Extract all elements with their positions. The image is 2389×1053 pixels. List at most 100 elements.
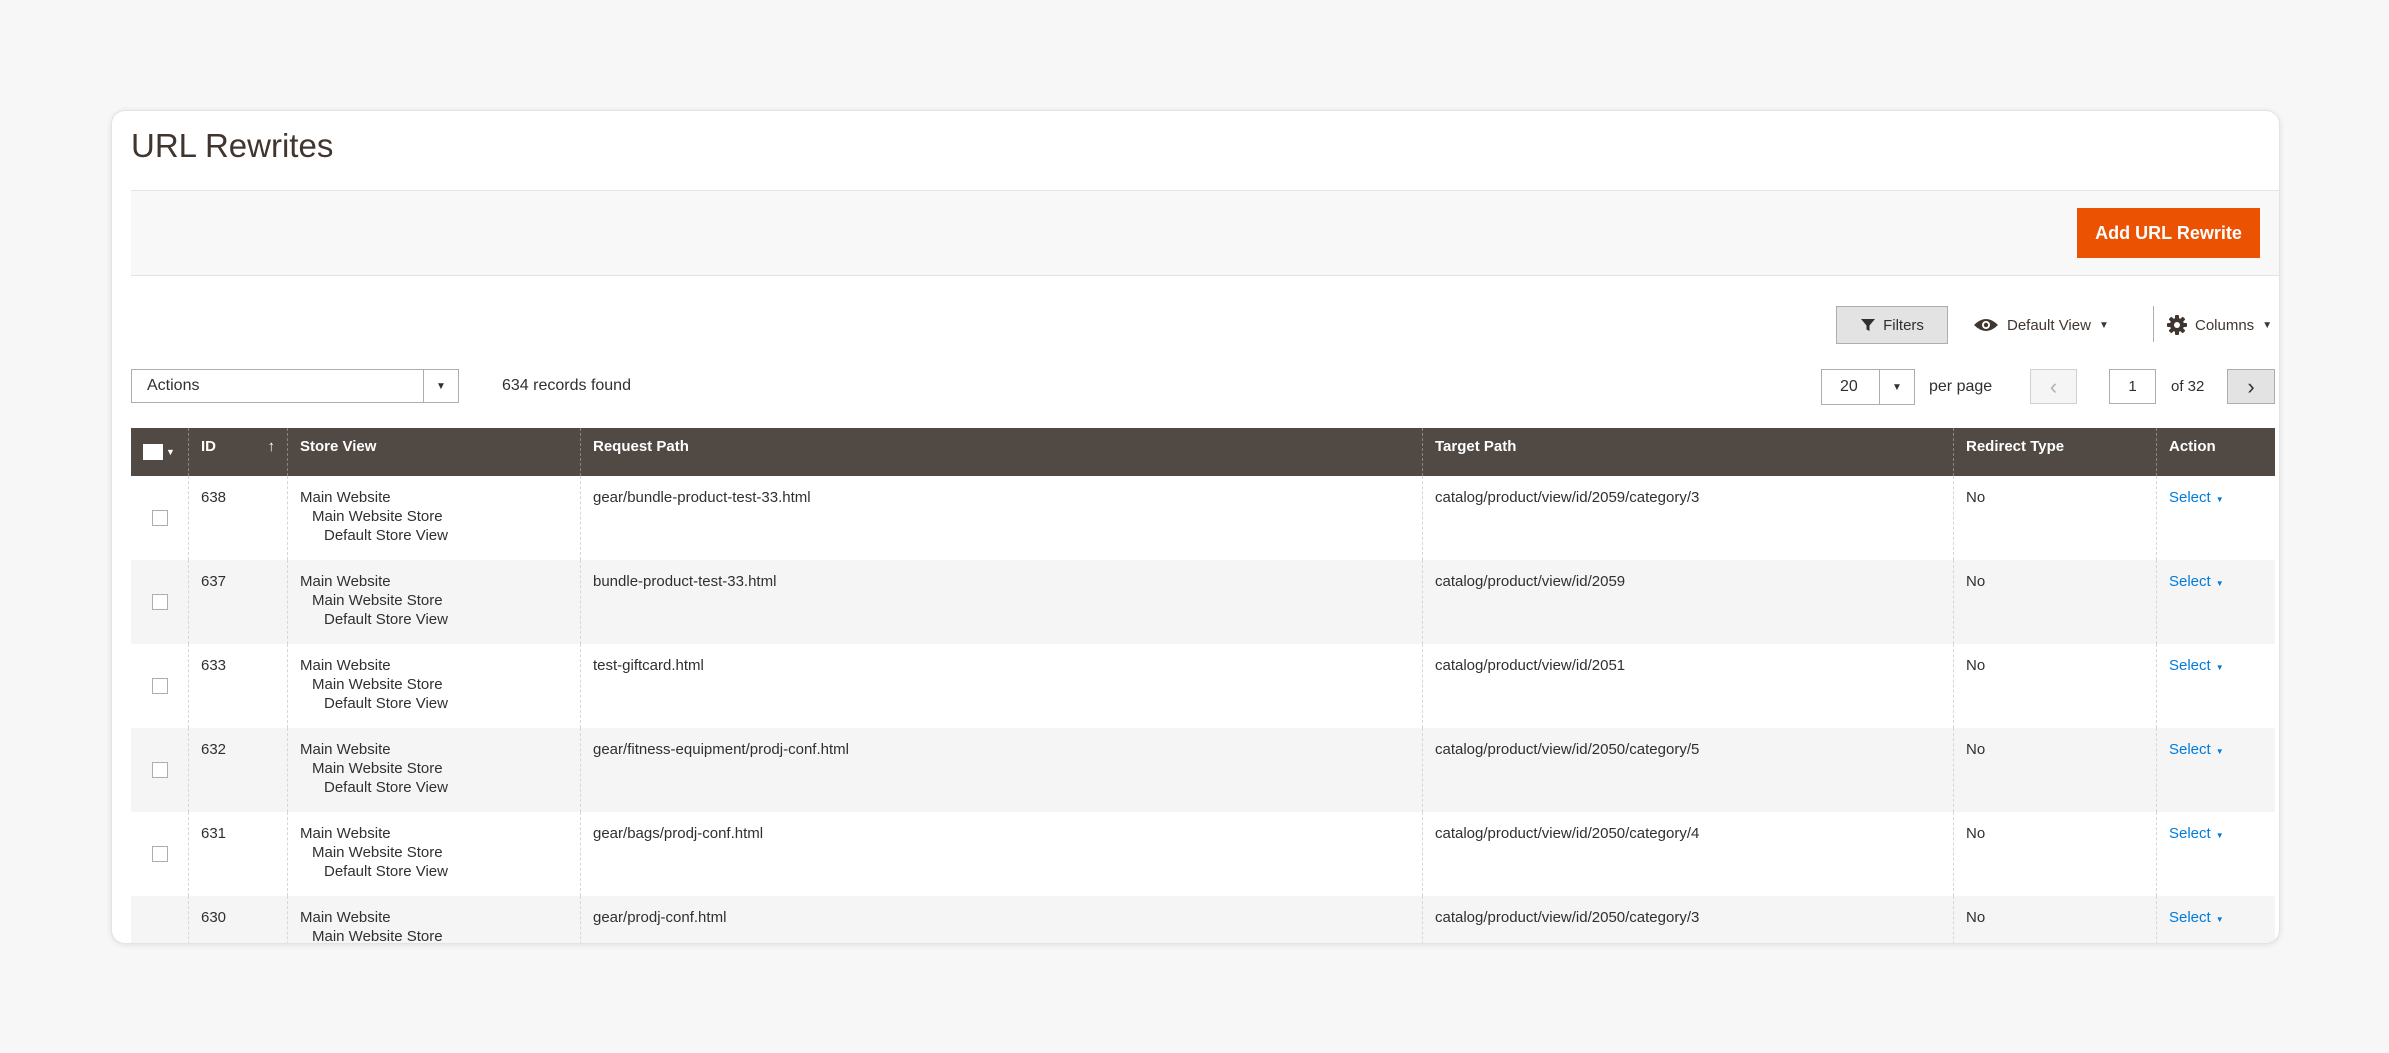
cell-action: Select ▼ xyxy=(2157,896,2275,943)
cell-target-path: catalog/product/view/id/2059 xyxy=(1423,560,1954,644)
table-row: 638 Main Website Main Website Store Defa… xyxy=(131,476,2275,560)
store-view: Default Store View xyxy=(324,527,448,544)
cell-store-view: Main Website Main Website Store Default … xyxy=(288,560,581,644)
store-website: Main Website xyxy=(300,825,391,842)
chevron-right-icon: › xyxy=(2247,373,2255,399)
records-found: 634 records found xyxy=(502,377,631,394)
row-checkbox[interactable] xyxy=(151,846,168,862)
cell-store-view: Main Website Main Website Store xyxy=(288,896,581,943)
columns-dropdown[interactable]: Columns ▼ xyxy=(2167,310,2272,340)
row-action-select[interactable]: Select ▼ xyxy=(2169,741,2224,758)
column-header-label: ID xyxy=(201,438,216,455)
row-action-select[interactable]: Select ▼ xyxy=(2169,573,2224,590)
total-pages-label: of 32 xyxy=(2171,378,2205,395)
row-checkbox-cell xyxy=(131,896,189,943)
eye-icon xyxy=(1974,319,1998,331)
cell-action: Select ▼ xyxy=(2157,560,2275,644)
per-page-value: 20 xyxy=(1840,378,1858,395)
cell-redirect-type: No xyxy=(1954,896,2157,943)
checkbox-icon xyxy=(143,444,163,460)
caret-down-icon: ▼ xyxy=(2262,319,2273,331)
caret-down-icon: ▼ xyxy=(2215,579,2224,588)
add-url-rewrite-button[interactable]: Add URL Rewrite xyxy=(2077,208,2260,258)
row-checkbox-cell xyxy=(131,812,189,896)
previous-page-button[interactable]: ‹ xyxy=(2030,369,2077,404)
cell-target-path: catalog/product/view/id/2050/category/4 xyxy=(1423,812,1954,896)
row-checkbox-cell xyxy=(131,560,189,644)
caret-down-icon: ▼ xyxy=(2215,747,2224,756)
row-action-label: Select xyxy=(2169,825,2211,842)
gear-icon xyxy=(2167,315,2187,335)
grid-header-row: ▼ ID ↑ Store View Request Path Target Pa… xyxy=(131,428,2275,476)
caret-down-icon: ▼ xyxy=(2215,663,2224,672)
row-action-label: Select xyxy=(2169,909,2211,926)
caret-down-icon: ▼ xyxy=(2215,915,2224,924)
row-action-select[interactable]: Select ▼ xyxy=(2169,489,2224,506)
cell-action: Select ▼ xyxy=(2157,812,2275,896)
mass-actions-label: Actions xyxy=(147,377,200,394)
page-title: URL Rewrites xyxy=(131,127,334,164)
table-row: 637 Main Website Main Website Store Defa… xyxy=(131,560,2275,644)
store-website: Main Website xyxy=(300,573,391,590)
store-view: Default Store View xyxy=(324,695,448,712)
row-checkbox[interactable] xyxy=(151,594,168,610)
cell-request-path: gear/bundle-product-test-33.html xyxy=(581,476,1423,560)
store-store: Main Website Store xyxy=(312,844,443,861)
filters-button[interactable]: Filters xyxy=(1836,306,1948,344)
cell-redirect-type: No xyxy=(1954,476,2157,560)
store-website: Main Website xyxy=(300,657,391,674)
row-checkbox-cell xyxy=(131,644,189,728)
caret-down-icon: ▼ xyxy=(2098,319,2109,331)
header-mass-select: ▼ xyxy=(131,428,189,476)
next-page-button[interactable]: › xyxy=(2227,369,2275,404)
per-page-dropdown[interactable]: 20 ▼ xyxy=(1821,369,1915,405)
cell-id: 633 xyxy=(189,644,288,728)
default-view-label: Default View xyxy=(2007,316,2091,334)
default-view-dropdown[interactable]: Default View ▼ xyxy=(1973,310,2109,340)
cell-redirect-type: No xyxy=(1954,812,2157,896)
caret-down-icon: ▼ xyxy=(166,447,175,457)
row-action-select[interactable]: Select ▼ xyxy=(2169,657,2224,674)
cell-request-path: gear/bags/prodj-conf.html xyxy=(581,812,1423,896)
cell-store-view: Main Website Main Website Store Default … xyxy=(288,644,581,728)
row-action-select[interactable]: Select ▼ xyxy=(2169,909,2224,926)
table-row: 630 Main Website Main Website Store gear… xyxy=(131,896,2275,943)
column-header-request-path[interactable]: Request Path xyxy=(581,428,1423,476)
row-action-label: Select xyxy=(2169,489,2211,506)
url-rewrites-grid: ▼ ID ↑ Store View Request Path Target Pa… xyxy=(131,428,2275,943)
current-page-input[interactable] xyxy=(2109,369,2156,404)
column-header-id[interactable]: ID ↑ xyxy=(189,428,288,476)
row-action-select[interactable]: Select ▼ xyxy=(2169,825,2224,842)
caret-down-icon: ▼ xyxy=(423,370,458,402)
column-header-target-path[interactable]: Target Path xyxy=(1423,428,1954,476)
cell-store-view: Main Website Main Website Store Default … xyxy=(288,728,581,812)
filter-icon xyxy=(1861,319,1876,331)
row-checkbox[interactable] xyxy=(151,678,168,694)
cell-target-path: catalog/product/view/id/2051 xyxy=(1423,644,1954,728)
row-checkbox-cell xyxy=(131,728,189,812)
column-header-redirect-type[interactable]: Redirect Type xyxy=(1954,428,2157,476)
mass-actions-dropdown[interactable]: Actions ▼ xyxy=(131,369,459,403)
url-rewrites-panel: URL Rewrites Add URL Rewrite Filters Def… xyxy=(111,110,2280,944)
cell-target-path: catalog/product/view/id/2059/category/3 xyxy=(1423,476,1954,560)
row-checkbox[interactable] xyxy=(151,510,168,526)
row-checkbox[interactable] xyxy=(151,762,168,778)
cell-store-view: Main Website Main Website Store Default … xyxy=(288,812,581,896)
store-view: Default Store View xyxy=(324,863,448,880)
cell-action: Select ▼ xyxy=(2157,476,2275,560)
cell-request-path: test-giftcard.html xyxy=(581,644,1423,728)
sort-ascending-icon: ↑ xyxy=(267,438,276,455)
mass-select-dropdown[interactable]: ▼ xyxy=(143,444,175,460)
caret-down-icon: ▼ xyxy=(2215,831,2224,840)
grid-controls: Actions ▼ 634 records found 20 ▼ per pag… xyxy=(131,369,2279,405)
store-store: Main Website Store xyxy=(312,592,443,609)
columns-label: Columns xyxy=(2195,316,2255,334)
caret-down-icon: ▼ xyxy=(2215,495,2224,504)
row-action-label: Select xyxy=(2169,573,2211,590)
cell-id: 630 xyxy=(189,896,288,943)
cell-action: Select ▼ xyxy=(2157,728,2275,812)
column-header-store-view[interactable]: Store View xyxy=(288,428,581,476)
column-header-action: Action xyxy=(2169,438,2216,455)
store-store: Main Website Store xyxy=(312,508,443,525)
store-store: Main Website Store xyxy=(312,676,443,693)
